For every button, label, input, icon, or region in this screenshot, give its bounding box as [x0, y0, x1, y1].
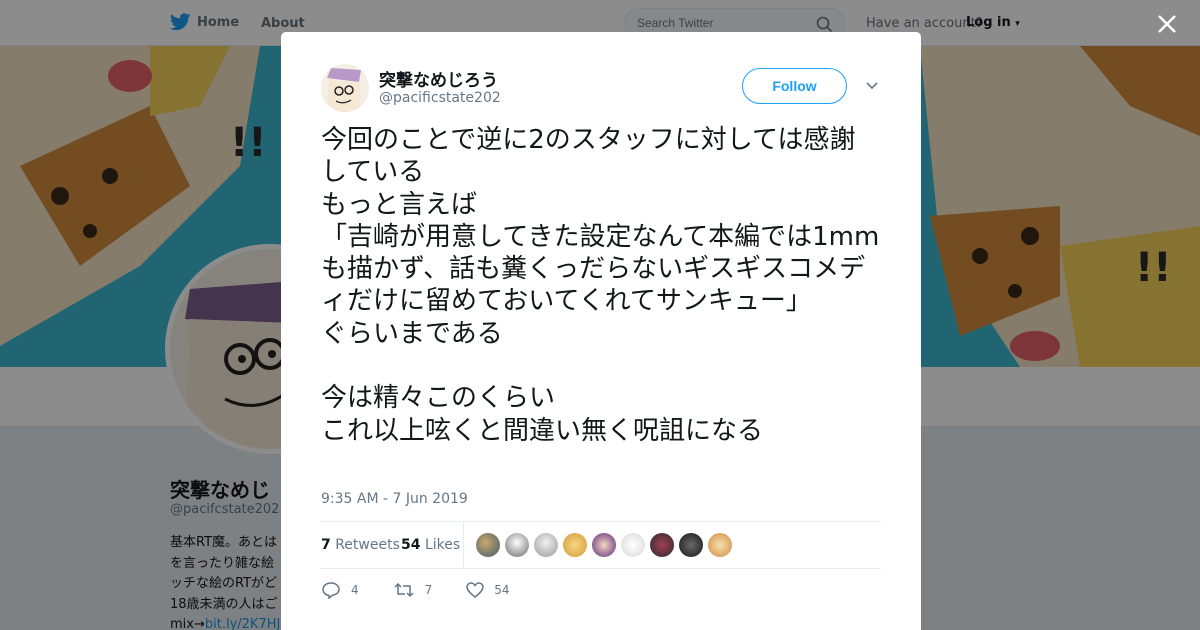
- author-avatar[interactable]: [321, 64, 369, 112]
- tweet-timestamp[interactable]: 9:35 AM - 7 Jun 2019: [321, 491, 468, 507]
- tweet-text: 今回のことで逆に2のスタッフに対しては感謝している もっと言えば 「吉崎が用意し…: [321, 125, 880, 446]
- tweet-stats: 7 Retweets 54 Likes: [321, 521, 881, 569]
- likes-stat[interactable]: 54 Likes: [401, 537, 460, 553]
- retweets-stat[interactable]: 7 Retweets: [321, 537, 400, 553]
- retweet-button[interactable]: 7: [393, 582, 433, 598]
- stats-divider: [463, 522, 464, 568]
- liker-avatar[interactable]: [650, 533, 674, 557]
- retweet-count: 7: [424, 583, 433, 597]
- chevron-down-icon[interactable]: [865, 80, 879, 92]
- follow-button[interactable]: Follow: [742, 68, 847, 104]
- author-handle[interactable]: @pacificstate202: [379, 90, 501, 106]
- reply-button[interactable]: 4: [321, 581, 359, 599]
- liker-avatars: [476, 533, 732, 557]
- liker-avatar[interactable]: [592, 533, 616, 557]
- retweets-count: 7: [321, 537, 331, 553]
- tweet-actions: 4 7 54: [321, 581, 544, 599]
- author-name[interactable]: 突撃なめじろう: [379, 66, 498, 91]
- author-avatar-image: [321, 64, 369, 112]
- liker-avatar[interactable]: [679, 533, 703, 557]
- liker-avatar[interactable]: [563, 533, 587, 557]
- retweet-icon: [394, 582, 414, 598]
- liker-avatar[interactable]: [621, 533, 645, 557]
- heart-icon: [466, 582, 485, 598]
- like-button[interactable]: 54: [466, 582, 510, 598]
- liker-avatar[interactable]: [708, 533, 732, 557]
- reply-icon: [322, 582, 340, 599]
- likes-count: 54: [401, 537, 421, 553]
- tweet-modal: 突撃なめじろう @pacificstate202 Follow 今回のことで逆に…: [281, 32, 921, 630]
- like-count: 54: [494, 583, 510, 597]
- liker-avatar[interactable]: [476, 533, 500, 557]
- retweets-label: Retweets: [335, 537, 400, 553]
- reply-count: 4: [351, 583, 359, 597]
- liker-avatar[interactable]: [505, 533, 529, 557]
- likes-label: Likes: [424, 537, 461, 553]
- liker-avatar[interactable]: [534, 533, 558, 557]
- close-icon[interactable]: [1156, 13, 1178, 35]
